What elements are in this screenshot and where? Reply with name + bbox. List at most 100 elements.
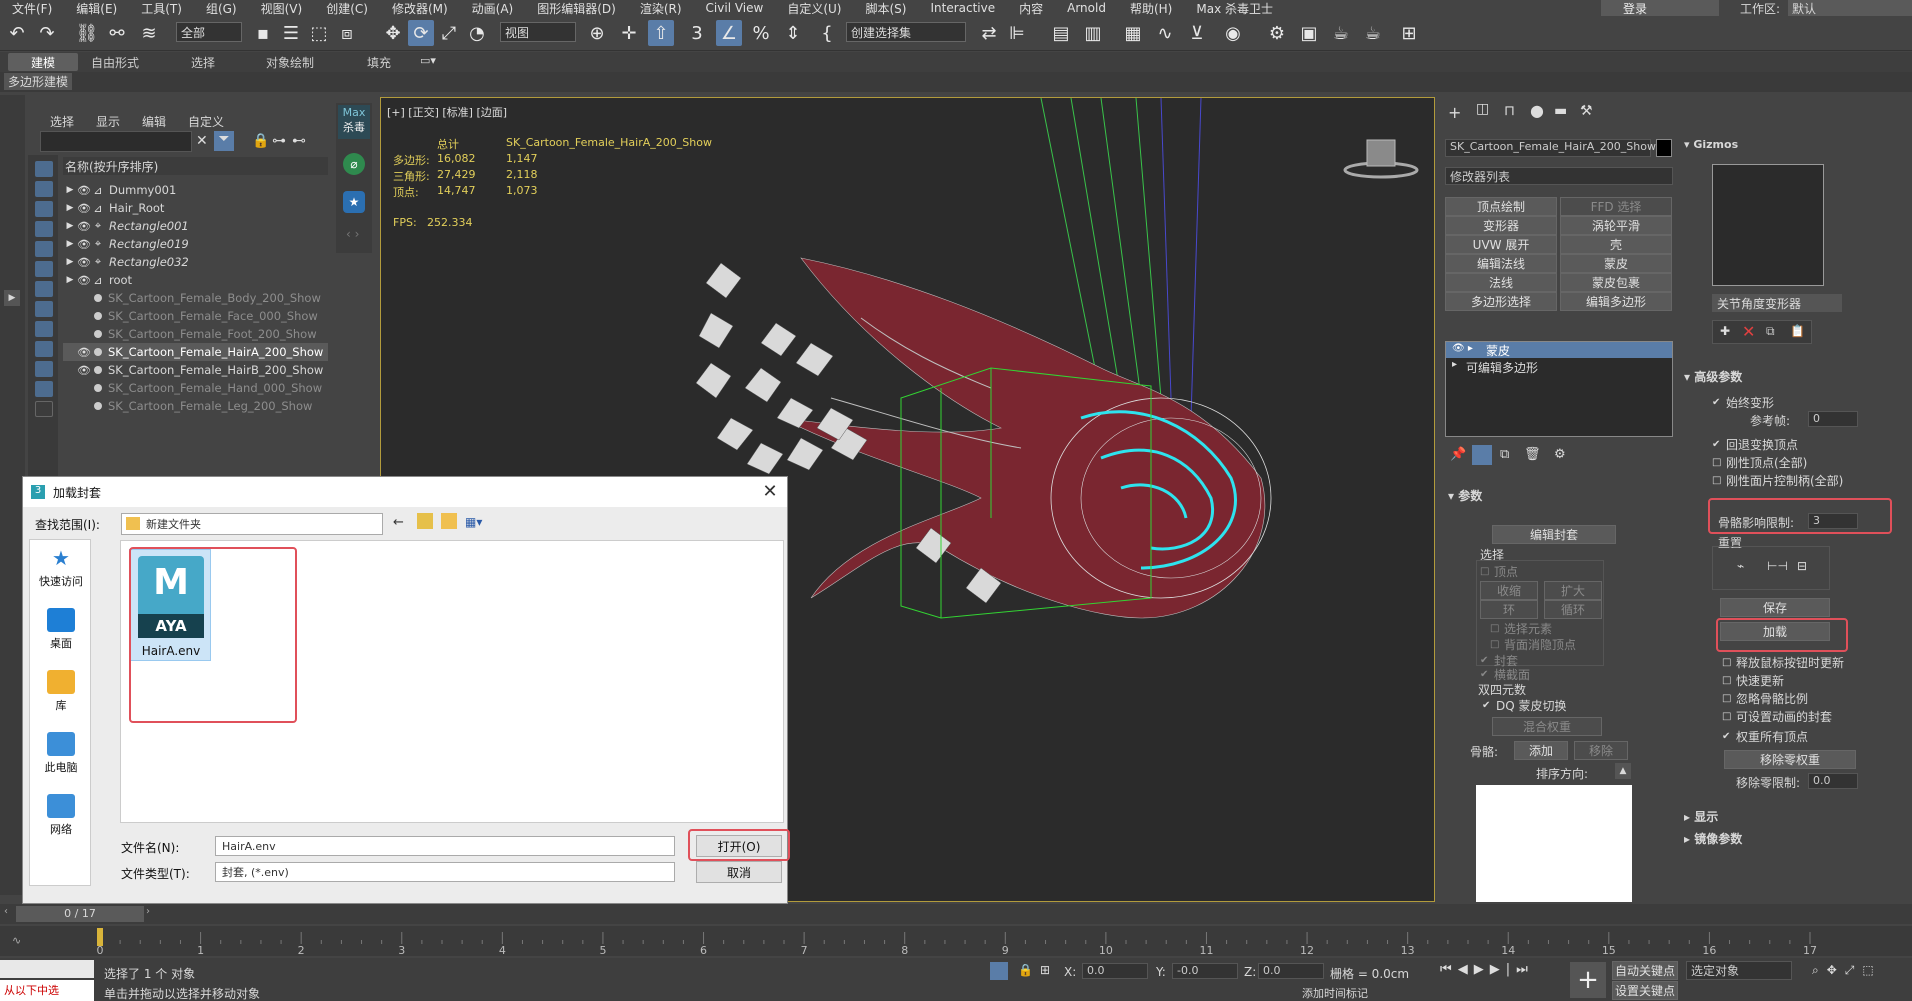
layer-icon[interactable]: ⊷ <box>292 133 306 149</box>
render-production-icon[interactable]: ☕ <box>1328 20 1354 46</box>
lookin-select[interactable]: 新建文件夹 <box>121 513 383 535</box>
mirror-icon[interactable]: ⇄ <box>976 20 1002 46</box>
modifier-button[interactable]: 多边形选择 <box>1445 292 1557 311</box>
scene-row[interactable]: 👁 SK_Cartoon_Female_HairB_200_Show <box>63 361 328 379</box>
rigid-patch-checkbox[interactable]: □ 刚性面片控制柄(全部) <box>1712 472 1843 489</box>
menu-item-15[interactable]: Arnold <box>1055 1 1118 15</box>
filter-icon[interactable]: ⏷ <box>214 131 234 151</box>
visibility-eye-icon[interactable]: 👁 <box>77 346 91 359</box>
named-selection-set-select[interactable]: 创建选择集 <box>846 22 966 42</box>
menu-item-17[interactable]: Max 杀毒卫士 <box>1184 0 1285 17</box>
menu-item-13[interactable]: Interactive <box>918 1 1007 15</box>
edit-envelope-button[interactable]: 编辑封套 <box>1492 525 1616 544</box>
scene-row[interactable]: SK_Cartoon_Female_Face_000_Show <box>63 307 328 325</box>
time-slider-thumb[interactable]: 0 / 17 <box>16 906 144 922</box>
remove-gizmo-icon[interactable]: ✕ <box>1742 322 1755 341</box>
filename-input[interactable]: HairA.env <box>215 836 675 856</box>
back-icon[interactable]: ← <box>393 515 404 530</box>
weight-all-checkbox[interactable]: ✔ 权重所有顶点 <box>1722 728 1808 745</box>
add-time-tag[interactable]: 添加时间标记 <box>1302 985 1368 1001</box>
reset-all-icon[interactable]: ⊟ <box>1797 559 1807 573</box>
vertex-checkbox[interactable]: □ 顶点 <box>1480 563 1518 580</box>
script-input[interactable]: 从以下中选 <box>0 980 94 1001</box>
modifier-button[interactable]: 蒙皮 <box>1560 254 1672 273</box>
utilities-tab-icon[interactable]: ⚒ <box>1580 103 1593 119</box>
deformer-select[interactable]: 关节角度变形器 <box>1712 294 1842 312</box>
modifier-button[interactable]: UVW 展开 <box>1445 235 1557 254</box>
remove-zero-weights-button[interactable]: 移除零权重 <box>1724 750 1856 769</box>
menu-item-0[interactable]: 文件(F) <box>0 0 64 17</box>
make-unique-icon[interactable]: ⧉ <box>1500 447 1509 462</box>
tab-object-paint[interactable]: 对象绘制 <box>255 53 325 71</box>
time-prev-icon[interactable]: ‹ <box>4 906 14 922</box>
modifier-stack[interactable]: 蒙皮 👁 ▸ 可编辑多边形 ▸ <box>1445 341 1673 437</box>
add-bone-button[interactable]: 添加 <box>1514 741 1568 760</box>
percent-snap-icon[interactable]: % <box>748 20 774 46</box>
menu-item-7[interactable]: 动画(A) <box>460 0 526 17</box>
tab-modeling[interactable]: 建模 <box>8 53 78 71</box>
expand-icon[interactable]: ▶ <box>63 275 77 285</box>
viewport-nav-icons[interactable]: ⌕✥⤢⬚ <box>1812 963 1882 978</box>
ignore-scale-checkbox[interactable]: □ 忽略骨骼比例 <box>1722 690 1808 707</box>
modifier-button[interactable]: 壳 <box>1560 235 1672 254</box>
show-end-result-icon[interactable] <box>1472 445 1492 465</box>
motion-tab-icon[interactable]: ● <box>1530 101 1544 120</box>
place-library[interactable]: 库 <box>30 670 92 713</box>
scene-search-input[interactable] <box>40 131 192 152</box>
material-editor-icon[interactable]: ◉ <box>1220 20 1246 46</box>
paste-gizmo-icon[interactable]: 📋 <box>1790 324 1805 338</box>
scene-row[interactable]: SK_Cartoon_Female_Hand_000_Show <box>63 379 328 397</box>
filter-groups-icon[interactable] <box>35 281 53 297</box>
time-slider[interactable]: ‹ 0 / 17 › <box>0 904 1912 924</box>
scene-column-header[interactable]: 名称(按升序排序) <box>63 157 328 175</box>
filter-all-icon[interactable] <box>35 401 53 417</box>
place-network[interactable]: 网络 <box>30 794 92 837</box>
sort-direction-icon[interactable]: ▲ <box>1615 763 1631 779</box>
rigid-vertices-checkbox[interactable]: □ 刚性顶点(全部) <box>1712 454 1807 471</box>
modifier-list-select[interactable]: 修改器列表 <box>1445 167 1673 185</box>
visibility-eye-icon[interactable]: 👁 <box>77 238 91 251</box>
gizmo-list[interactable] <box>1712 164 1824 286</box>
menu-item-2[interactable]: 工具(T) <box>129 0 194 17</box>
workspace-select[interactable]: 默认 <box>1788 0 1912 16</box>
expand-arrow-icon[interactable]: ▶ <box>4 290 20 306</box>
key-filter-select[interactable]: 选定对象 <box>1686 961 1792 980</box>
render-cloud-icon[interactable]: ⊞ <box>1396 20 1422 46</box>
scene-row[interactable]: 👁 SK_Cartoon_Female_HairA_200_Show <box>63 343 328 361</box>
filter-helpers-icon[interactable] <box>35 241 53 257</box>
view-menu-icon[interactable]: ▦▾ <box>465 515 482 529</box>
isolate-icon[interactable] <box>990 962 1008 980</box>
release-mouse-checkbox[interactable]: □ 释放鼠标按钮时更新 <box>1722 654 1844 671</box>
set-key-icon[interactable]: + <box>1570 962 1606 998</box>
pin-stack-icon[interactable]: 📌 <box>1450 447 1466 462</box>
filter-xrefs-icon[interactable] <box>35 301 53 317</box>
clear-search-icon[interactable]: ✕ <box>196 133 208 149</box>
keyboard-shortcut-icon[interactable]: ⇧ <box>648 20 674 46</box>
shrink-button[interactable]: 收缩 <box>1480 581 1538 600</box>
dq-toggle-checkbox[interactable]: ✔ DQ 蒙皮切换 <box>1482 697 1567 714</box>
modifier-button[interactable]: 涡轮平滑 <box>1560 216 1672 235</box>
time-next-icon[interactable]: › <box>146 906 156 922</box>
polygon-modeling-label[interactable]: 多边形建模 <box>4 73 73 90</box>
current-frame-marker[interactable] <box>97 928 103 946</box>
grow-button[interactable]: 扩大 <box>1544 581 1602 600</box>
visibility-eye-icon[interactable]: 👁 <box>77 220 91 233</box>
visibility-eye-icon[interactable]: 👁 <box>77 184 91 197</box>
stack-item-skin[interactable]: 蒙皮 <box>1446 342 1672 358</box>
spinner-snap-icon[interactable]: ⇕ <box>780 20 806 46</box>
lock-icon[interactable]: 🔒 <box>252 133 269 149</box>
filetype-select[interactable]: 封套, (*.env) <box>215 862 675 882</box>
set-key-button[interactable]: 设置关键点 <box>1612 981 1678 1000</box>
expand-icon[interactable]: ▶ <box>63 203 77 213</box>
remove-modifier-icon[interactable]: 🗑 <box>1524 447 1541 462</box>
track-bar[interactable]: ∿ 0 1 2 3 4 5 6 7 8 9 10 11 12 13 14 15 16 17 <box>0 926 1912 956</box>
expand-icon[interactable]: ▶ <box>63 221 77 231</box>
render-activeshade-icon[interactable]: ☕ <box>1360 20 1386 46</box>
modifier-button[interactable]: 法线 <box>1445 273 1557 292</box>
menu-item-9[interactable]: 渲染(R) <box>628 0 694 17</box>
curve-editor-icon[interactable]: ∿ <box>1152 20 1178 46</box>
blend-weight-button[interactable]: 混合权重 <box>1492 717 1602 736</box>
visibility-eye-icon[interactable]: 👁 <box>77 364 91 377</box>
params-rollout-title[interactable]: ▾ 参数 <box>1448 487 1482 504</box>
menu-item-10[interactable]: Civil View <box>694 1 776 15</box>
